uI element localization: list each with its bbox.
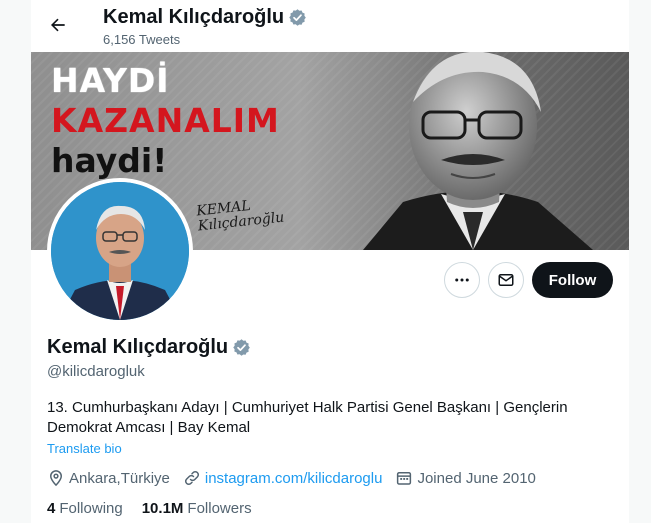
header-title: Kemal Kılıçdaroğlu	[103, 6, 307, 29]
verified-badge-icon[interactable]	[288, 8, 307, 27]
tweet-count: 6,156 Tweets	[103, 32, 181, 47]
more-options-button[interactable]	[444, 262, 480, 298]
header-name: Kemal Kılıçdaroğlu	[103, 6, 285, 28]
banner-signature: KEMAL Kılıçdaroğlu	[196, 196, 285, 234]
profile-handle: @kilicdarogluk	[47, 363, 145, 380]
profile-avatar[interactable]	[47, 178, 193, 324]
translate-bio-link[interactable]: Translate bio	[47, 441, 122, 456]
banner-slogan-line1: HAYDİ	[51, 61, 170, 100]
profile-joined: Joined June 2010	[395, 469, 536, 487]
back-button[interactable]	[41, 8, 75, 42]
profile-location: Ankara,Türkiye	[47, 469, 170, 487]
following-count: 4	[47, 500, 56, 517]
followers-link[interactable]: 10.1M Followers	[142, 500, 252, 517]
location-pin-icon	[49, 470, 63, 487]
banner-slogan-line2: KAZANALIM	[51, 101, 280, 140]
profile-website[interactable]: instagram.com/kilicdaroglu	[183, 469, 383, 487]
following-link[interactable]: 4 Following	[47, 500, 123, 517]
profile-meta-row: Ankara,Türkiye instagram.com/kilicdarogl…	[47, 469, 549, 487]
envelope-icon	[498, 274, 514, 286]
profile-name: Kemal Kılıçdaroğlu	[47, 336, 229, 358]
followers-label: Followers	[187, 500, 252, 517]
more-horizontal-icon	[455, 278, 469, 282]
verified-badge-icon[interactable]	[232, 338, 251, 357]
follow-stats: 4 Following 10.1M Followers	[47, 500, 271, 517]
banner-slogan-line3: haydi!	[51, 141, 168, 180]
avatar-photo	[51, 182, 189, 320]
followers-count: 10.1M	[141, 500, 184, 517]
link-icon	[184, 470, 199, 486]
joined-text: Joined June 2010	[417, 469, 536, 487]
message-button[interactable]	[488, 262, 524, 298]
profile-column: Kemal Kılıçdaroğlu 6,156 Tweets HAYDİ KA…	[31, 0, 629, 523]
profile-bio: 13. Cumhurbaşkanı Adayı | Cumhuriyet Hal…	[47, 399, 568, 436]
location-text: Ankara,Türkiye	[69, 469, 170, 487]
profile-header-bar: Kemal Kılıçdaroğlu 6,156 Tweets	[31, 0, 629, 52]
following-label: Following	[59, 500, 123, 517]
arrow-left-icon	[51, 18, 65, 32]
website-link[interactable]: instagram.com/kilicdaroglu	[205, 470, 383, 487]
profile-name-row: Kemal Kılıçdaroğlu	[47, 336, 251, 359]
follow-button[interactable]: Follow	[532, 262, 613, 298]
banner-portrait-photo	[363, 52, 593, 250]
calendar-icon	[397, 472, 412, 485]
